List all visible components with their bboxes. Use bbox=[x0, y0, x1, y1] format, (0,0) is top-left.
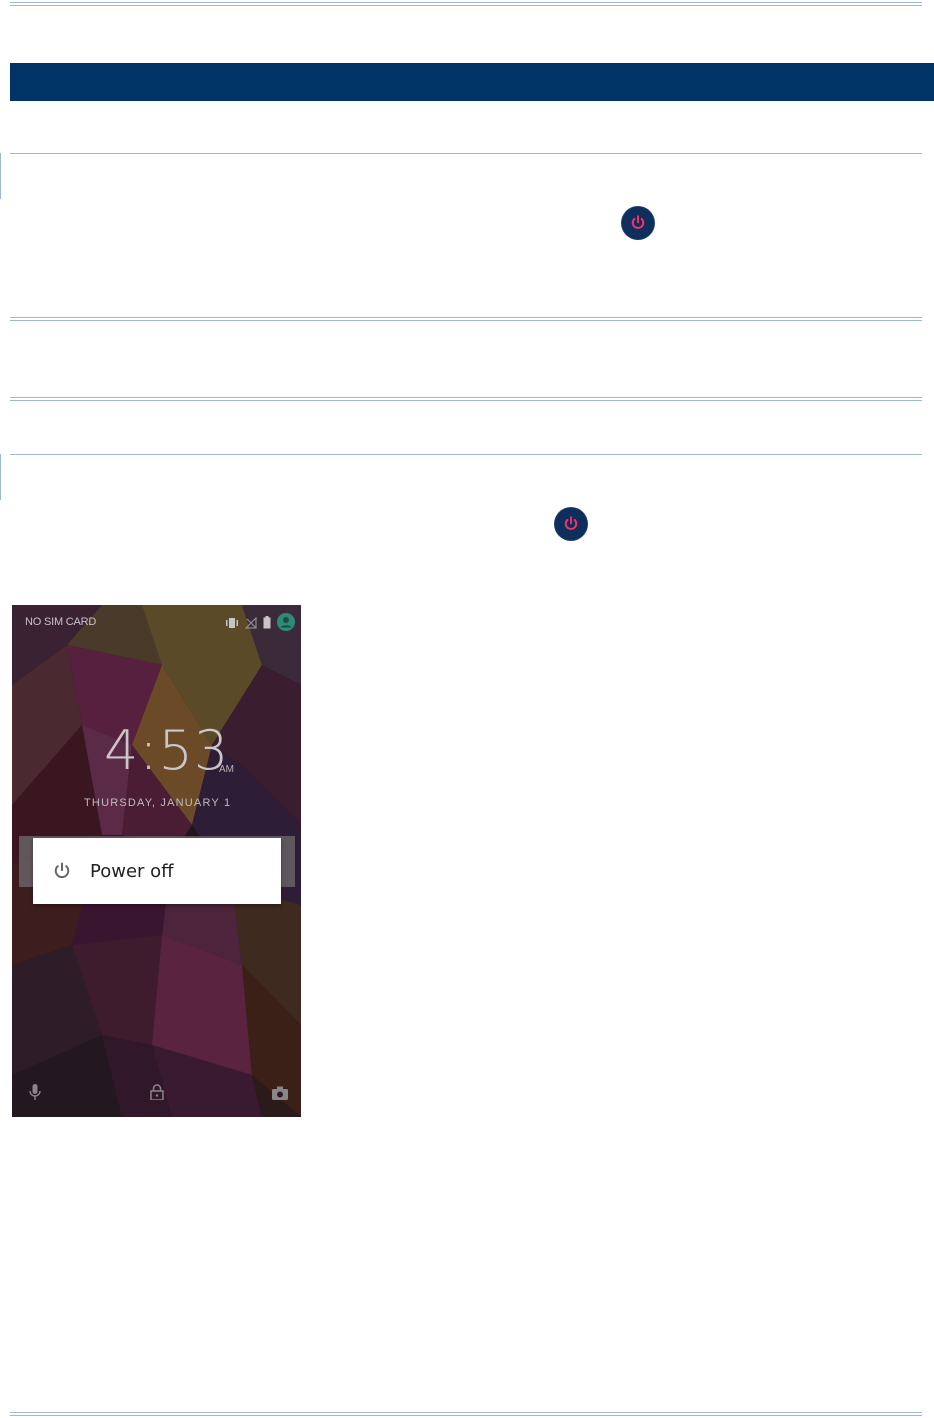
note-bracket bbox=[0, 153, 4, 199]
lock-icon[interactable] bbox=[150, 1084, 164, 1105]
note-top-rule bbox=[10, 153, 922, 154]
status-icons bbox=[225, 613, 295, 636]
note2-top-rule bbox=[10, 454, 922, 455]
phone-screenshot: NO SIM CARD 4:53 AM THURSDAY, JANUARY 1 … bbox=[12, 605, 301, 1117]
note2-bracket bbox=[0, 454, 4, 500]
power-icon bbox=[622, 207, 654, 239]
section-divider bbox=[10, 397, 922, 401]
power-off-dialog[interactable]: Power off bbox=[33, 838, 281, 904]
power-icon bbox=[54, 862, 70, 878]
note-bottom-rule bbox=[10, 317, 922, 321]
camera-icon[interactable] bbox=[272, 1086, 288, 1105]
microphone-icon[interactable] bbox=[29, 1084, 41, 1105]
lockscreen-clock: 4:53 bbox=[104, 719, 230, 782]
clock-ampm: AM bbox=[219, 764, 234, 775]
user-avatar-icon[interactable] bbox=[277, 613, 295, 636]
no-signal-icon bbox=[244, 616, 257, 634]
vibrate-icon bbox=[225, 616, 239, 634]
footer-rule bbox=[10, 1412, 922, 1416]
power-icon bbox=[555, 508, 587, 540]
section-banner bbox=[10, 63, 934, 101]
header-rule bbox=[10, 2, 922, 6]
carrier-status: NO SIM CARD bbox=[25, 616, 97, 628]
power-off-label[interactable]: Power off bbox=[90, 861, 174, 882]
lockscreen-date: THURSDAY, JANUARY 1 bbox=[84, 797, 232, 809]
battery-icon bbox=[263, 615, 271, 634]
